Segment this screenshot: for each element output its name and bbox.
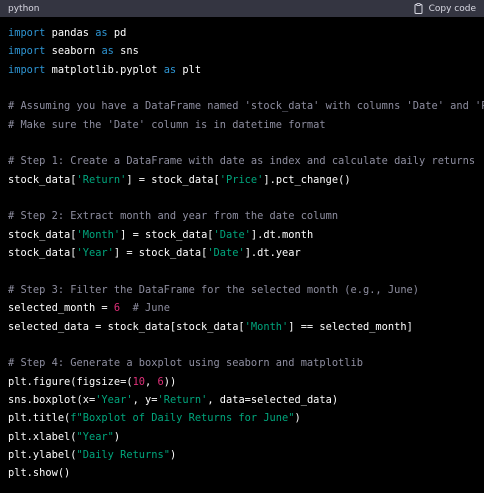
code-token: ) [169,448,177,461]
code-token: ].dt.year [244,247,301,260]
code-block-header: python Copy code [0,0,484,17]
copy-code-button[interactable]: Copy code [413,3,476,14]
code-token: matplotlib.pyplot [45,63,164,76]
code-block: python Copy code import pandas as pd impo… [0,0,484,493]
code-token: plt.ylabel( [8,448,77,461]
code-token: 'Month' [76,228,121,241]
code-token: f"Boxplot of Daily Returns for June" [70,412,295,425]
code-line: selected_month = 6 # June [8,299,484,317]
code-line: # Step 1: Create a DataFrame with date a… [8,152,484,170]
code-line: # Assuming you have a DataFrame named 's… [8,97,484,115]
code-line: plt.title(f"Boxplot of Daily Returns for… [8,409,484,427]
code-token: ] == selected_month] [288,320,413,333]
clipboard-icon [413,3,424,14]
code-line: plt.ylabel("Daily Returns") [8,446,484,464]
code-token: ] = stock_data[ [126,173,220,186]
code-line: # Step 2: Extract month and year from th… [8,207,484,225]
code-token: ].pct_change() [263,173,351,186]
code-token: plt.title( [8,412,71,425]
code-token: # Step 3: Filter the DataFrame for the s… [8,283,420,296]
code-token: ] = stock_data[ [113,247,208,260]
code-line: # Step 4: Generate a boxplot using seabo… [8,354,484,372]
code-token: # Make sure the 'Date' column is in date… [8,118,326,131]
copy-code-label: Copy code [428,3,476,14]
code-token: 'Year' [76,247,114,260]
code-line: # Make sure the 'Date' column is in date… [8,116,484,134]
code-token: plt.xlabel( [8,430,77,443]
code-line: plt.show() [8,464,484,482]
code-token: , data=selected_data) [207,393,339,406]
code-line: # Step 3: Filter the DataFrame for the s… [8,281,484,299]
code-token: import [8,27,46,39]
code-token: "Year" [76,430,114,443]
code-token: as [95,27,108,39]
code-token: "Daily Returns" [76,448,170,461]
code-token: import [8,63,46,76]
code-token: plt.show() [8,467,71,480]
code-token: as [163,63,177,76]
code-line: stock_data['Year'] = stock_data['Date'].… [8,244,484,262]
code-line: plt.figure(figsize=(10, 6)) [8,373,484,391]
code-token: 'Date' [207,247,245,260]
code-token: 'Return' [157,393,208,406]
code-token: 10 [132,375,146,388]
code-token: 'Return' [76,173,127,186]
code-token: ].dt.month [250,228,314,241]
code-line: selected_data = stock_data[stock_data['M… [8,318,484,336]
code-line: import pandas as pd [8,24,484,42]
code-token: 'Month' [244,320,289,333]
code-token: selected_month = [8,302,114,315]
code-line: stock_data['Month'] = stock_data['Date']… [8,226,484,244]
code-token: ) [113,430,121,443]
code-token: # June [132,302,170,315]
code-token: seaborn [45,45,102,58]
code-token: )) [163,375,177,388]
code-line: sns.boxplot(x='Year', y='Return', data=s… [8,391,484,409]
code-token: sns [113,45,139,58]
code-token: , [145,375,158,388]
code-token: as [101,45,114,58]
code-token: stock_data[ [8,228,77,241]
code-line: plt.xlabel("Year") [8,428,484,446]
code-line: stock_data['Return'] = stock_data['Price… [8,171,484,189]
code-token: ] = stock_data[ [120,228,214,241]
code-token: stock_data[ [8,247,77,260]
code-token: , y= [132,393,158,406]
code-line: import seaborn as sns [8,42,484,60]
code-body[interactable]: import pandas as pd import seaborn as sns… [8,24,484,483]
code-line: import matplotlib.pyplot as plt [8,61,484,79]
language-label: python [8,3,40,14]
code-token: stock_data[ [8,173,77,186]
code-token: # Step 2: Extract month and year from th… [8,210,339,223]
code-token: ) [294,412,301,425]
code-token: 'Date' [213,228,251,241]
code-token: plt.figure(figsize=( [8,375,133,388]
code-token: 'Price' [219,173,264,186]
code-token: selected_data = stock_data[stock_data[ [8,320,245,333]
code-token: plt [176,63,202,76]
code-token: pandas [45,27,96,39]
code-token: # Step 1: Create a DataFrame with date a… [8,155,476,168]
code-token: # Assuming you have a DataFrame named 's… [8,100,484,113]
code-token: import [8,45,46,58]
code-token: sns.boxplot(x= [8,393,96,406]
code-token: 'Year' [95,393,133,406]
code-token: # Step 4: Generate a boxplot using seabo… [8,357,363,370]
code-token: pd [107,27,127,39]
